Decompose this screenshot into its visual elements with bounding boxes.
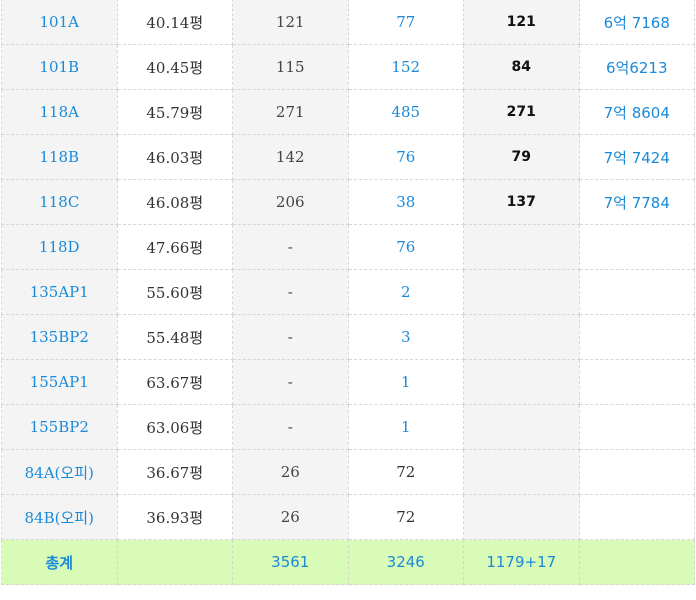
table-row: 155AP1 63.67평 -1 [1,359,695,405]
value-cell-5 [463,224,580,270]
total-c3: 3561 [232,539,349,585]
value-cell-3: - [232,359,349,405]
unit-type-link[interactable]: 101A [1,0,118,45]
unit-type-link[interactable]: 155BP2 [1,404,118,450]
unit-type-link[interactable]: 84A(오피) [1,449,118,495]
unit-type-link[interactable]: 118D [1,224,118,270]
total-c5: 1179+17 [463,539,580,585]
unit-type-link[interactable]: 118B [1,134,118,180]
value-cell-5: 271 [463,89,580,135]
value-cell-5 [463,449,580,495]
unit-type-link[interactable]: 101B [1,44,118,90]
value-cell-5: 137 [463,179,580,225]
value-cell-4[interactable]: 1 [347,359,464,405]
area-cell: 36.93평 [116,494,233,540]
value-cell-3: - [232,404,349,450]
value-cell-5: 84 [463,44,580,90]
table-row: 135AP1 55.60평 -2 [1,269,695,315]
total-label: 총계 [1,539,118,585]
area-cell: 45.79평 [116,89,233,135]
value-cell-5 [463,494,580,540]
table-row: 84A(오피) 36.67평 26 72 [1,449,695,495]
value-cell-5 [463,314,580,360]
value-cell-3: - [232,269,349,315]
total-row: 총계 3561 3246 1179+17 [1,539,695,585]
area-cell: 55.60평 [116,269,233,315]
value-cell-3: 26 [232,449,349,495]
value-cell-3: 26 [232,494,349,540]
area-cell: 63.67평 [116,359,233,405]
value-cell-3: 115 [232,44,349,90]
total-area [116,539,233,585]
price-cell [578,449,695,495]
table-row: 101B 40.45평 115 152 84 6억6213 [1,44,695,90]
unit-type-link[interactable]: 155AP1 [1,359,118,405]
price-cell [578,359,695,405]
unit-type-link[interactable]: 118A [1,89,118,135]
value-cell-5: 79 [463,134,580,180]
price-cell[interactable]: 7억 7784 [578,179,695,225]
area-cell: 40.14평 [116,0,233,45]
bottom-margin [0,587,696,600]
table-body: 101A 40.14평 121 77 121 6억 7168 101B 40.45평 115 15… [1,0,695,585]
value-cell-4: 72 [347,494,464,540]
value-cell-4: 72 [347,449,464,495]
table-row: 118D 47.66평 -76 [1,224,695,270]
price-cell[interactable]: 7억 7424 [578,134,695,180]
price-cell [578,314,695,360]
area-cell: 46.03평 [116,134,233,180]
value-cell-5 [463,359,580,405]
area-cell: 40.45평 [116,44,233,90]
value-cell-5 [463,269,580,315]
table-row: 101A 40.14평 121 77 121 6억 7168 [1,0,695,45]
table-row: 135BP2 55.48평 -3 [1,314,695,360]
price-cell[interactable]: 6억6213 [578,44,695,90]
unit-type-link[interactable]: 135BP2 [1,314,118,360]
unit-type-link[interactable]: 135AP1 [1,269,118,315]
unit-type-link[interactable]: 118C [1,179,118,225]
page: 101A 40.14평 121 77 121 6억 7168 101B 40.45평 115 15… [0,0,696,600]
area-cell: 47.66평 [116,224,233,270]
value-cell-3: 121 [232,0,349,45]
table-row: 118C 46.08평 206 38 137 7억 7784 [1,179,695,225]
value-cell-4[interactable]: 152 [347,44,464,90]
price-cell[interactable]: 7억 8604 [578,89,695,135]
value-cell-4[interactable]: 38 [347,179,464,225]
total-c4: 3246 [347,539,464,585]
value-cell-5 [463,404,580,450]
value-cell-3: 271 [232,89,349,135]
area-cell: 55.48평 [116,314,233,360]
value-cell-3: - [232,314,349,360]
value-cell-4[interactable]: 3 [347,314,464,360]
area-cell: 46.08평 [116,179,233,225]
value-cell-3: 206 [232,179,349,225]
total-c6 [578,539,695,585]
value-cell-5: 121 [463,0,580,45]
unit-type-link[interactable]: 84B(오피) [1,494,118,540]
price-cell [578,404,695,450]
price-cell [578,494,695,540]
table-row: 118B 46.03평 142 76 79 7억 7424 [1,134,695,180]
table-row: 118A 45.79평 271 485 271 7억 8604 [1,89,695,135]
price-cell [578,269,695,315]
price-cell[interactable]: 6억 7168 [578,0,695,45]
value-cell-4[interactable]: 485 [347,89,464,135]
price-cell [578,224,695,270]
value-cell-3: 142 [232,134,349,180]
value-cell-4[interactable]: 2 [347,269,464,315]
area-cell: 36.67평 [116,449,233,495]
value-cell-3: - [232,224,349,270]
value-cell-4[interactable]: 77 [347,0,464,45]
value-cell-4[interactable]: 76 [347,224,464,270]
value-cell-4[interactable]: 1 [347,404,464,450]
unit-type-table: 101A 40.14평 121 77 121 6억 7168 101B 40.45평 115 15… [1,0,695,585]
value-cell-4[interactable]: 76 [347,134,464,180]
area-cell: 63.06평 [116,404,233,450]
table-row: 84B(오피) 36.93평 26 72 [1,494,695,540]
table-row: 155BP2 63.06평 -1 [1,404,695,450]
